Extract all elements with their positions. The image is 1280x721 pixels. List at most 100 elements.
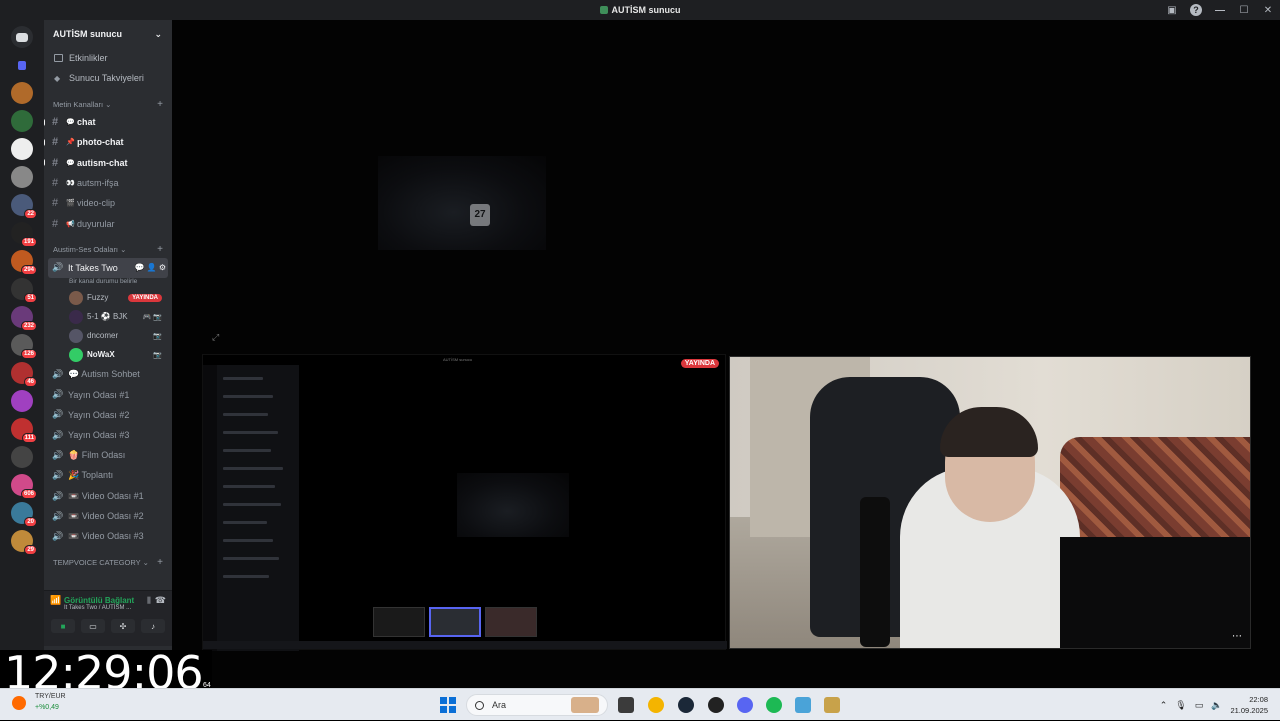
stream-text-line: [223, 557, 279, 560]
voice-channel-it-takes-two[interactable]: 🔊 It Takes Two 💬 👤 ⚙: [48, 257, 168, 279]
channel-autism-chat[interactable]: # 💬 autism-chat: [44, 153, 172, 173]
speaker-icon: 🔊: [52, 389, 64, 400]
voice-member[interactable]: NoWaX 📷: [44, 345, 172, 364]
steam-icon[interactable]: [678, 697, 694, 713]
server-icon[interactable]: 191: [11, 222, 37, 247]
channel-label: video-clip: [77, 198, 116, 209]
chevron-up-icon[interactable]: ⌃: [1160, 700, 1168, 711]
channel-duyurular[interactable]: # 📢 duyurular: [44, 213, 172, 233]
events-item[interactable]: Etkinlikler: [44, 48, 172, 68]
screen-share-button[interactable]: ▭: [81, 619, 105, 633]
server-icon[interactable]: 232: [11, 306, 37, 331]
unread-indicator: [44, 159, 45, 167]
direct-messages-button[interactable]: [11, 54, 33, 76]
taskbar-clock[interactable]: 22:08 21.09.2025: [1230, 694, 1268, 716]
temp-category-header[interactable]: TEMPVOICE CATEGORY ⌄ +: [44, 555, 172, 571]
app-icon[interactable]: [795, 697, 811, 713]
stream-stage[interactable]: 27 ⤢ AUTİSM sunucu YAYINDA ⋯: [172, 20, 1280, 688]
inbox-icon[interactable]: ▣: [1160, 5, 1184, 16]
microphone-icon[interactable]: 🎙: [1175, 700, 1186, 711]
spotify-icon[interactable]: [766, 697, 782, 713]
voice-channel[interactable]: 🔊 📼 Video Odası #2: [44, 506, 172, 526]
participant-tile[interactable]: [485, 607, 537, 637]
server-icon[interactable]: 46: [11, 362, 37, 387]
volume-icon[interactable]: 🔈: [1211, 700, 1222, 711]
boosts-item[interactable]: ◆ Sunucu Takviyeleri: [44, 68, 172, 88]
add-channel-icon[interactable]: +: [157, 557, 163, 568]
channel-autsm-ifsa[interactable]: # 👀 autsm-ifşa: [44, 173, 172, 193]
close-button[interactable]: ✕: [1256, 5, 1280, 16]
maximize-button[interactable]: ☐: [1232, 5, 1256, 16]
currency-widget[interactable]: TRY/EUR +%0,49: [0, 688, 70, 720]
participant-tile[interactable]: [429, 607, 481, 637]
title-bar-controls: ▣ ? — ☐ ✕: [1160, 0, 1280, 20]
app-icon[interactable]: [824, 697, 840, 713]
stream-text-line: [223, 575, 269, 578]
server-icon[interactable]: [11, 390, 33, 412]
chrome-icon[interactable]: [648, 697, 664, 713]
minimize-button[interactable]: —: [1208, 5, 1232, 16]
help-icon[interactable]: ?: [1190, 4, 1202, 16]
unread-badge: 111: [21, 433, 37, 443]
server-icon[interactable]: 20: [11, 502, 37, 527]
unread-badge: 20: [24, 517, 37, 527]
noise-suppression-icon[interactable]: ⫼: [147, 596, 151, 606]
home-button[interactable]: [11, 26, 33, 48]
server-icon[interactable]: 111: [11, 418, 37, 443]
server-icon[interactable]: 51: [11, 278, 37, 303]
voice-channel[interactable]: 🔊 📼 Video Odası #1: [44, 486, 172, 506]
webcam-mic-arm: [860, 497, 890, 647]
channel-video-clip[interactable]: # 🎬 video-clip: [44, 193, 172, 213]
task-view-icon[interactable]: [618, 697, 634, 713]
add-channel-icon[interactable]: +: [157, 244, 163, 255]
pop-out-icon[interactable]: ⤢: [212, 332, 219, 343]
screen-share-stream[interactable]: AUTİSM sunucu YAYINDA: [202, 354, 727, 651]
voice-member[interactable]: dncomer 📷: [44, 326, 172, 345]
server-icon[interactable]: 606: [11, 474, 37, 499]
server-icon[interactable]: [11, 166, 33, 188]
taskbar-search[interactable]: Ara: [466, 694, 608, 716]
stream-text-line: [223, 539, 273, 542]
add-channel-icon[interactable]: +: [157, 99, 163, 110]
voice-channel[interactable]: 🔊 Yayın Odası #2: [44, 405, 172, 425]
chat-settings-icons[interactable]: 💬 👤 ⚙: [134, 263, 168, 272]
server-icon[interactable]: [11, 446, 33, 468]
voice-channel[interactable]: 🔊 Yayın Odası #3: [44, 425, 172, 445]
server-icon[interactable]: 126: [11, 334, 37, 359]
more-options-icon[interactable]: ⋯: [1232, 631, 1242, 642]
voice-status-title[interactable]: Görüntülü Bağlant: [64, 596, 134, 605]
server-icon[interactable]: 22: [11, 194, 37, 219]
server-icon[interactable]: [11, 110, 33, 132]
voice-member[interactable]: 5-1 ⚽ BJK 🎮 📷: [44, 307, 172, 326]
network-icon[interactable]: ▭: [1195, 700, 1204, 711]
soundboard-button[interactable]: ♪: [141, 619, 165, 633]
disconnect-icon[interactable]: ☎: [155, 595, 166, 606]
window-title-text: AUTİSM sunucu: [611, 5, 681, 15]
app-icon[interactable]: [708, 697, 724, 713]
channel-chat[interactable]: # 💬 chat: [44, 112, 172, 132]
text-category-header[interactable]: Metin Kanalları ⌄ +: [44, 96, 172, 112]
channel-photo-chat[interactable]: # 📌 photo-chat: [44, 132, 172, 152]
member-name: 5-1 ⚽ BJK: [87, 312, 128, 322]
voice-category-header[interactable]: Austim-Ses Odaları ⌄ +: [44, 242, 172, 258]
webcam-stream[interactable]: ⋯: [729, 356, 1251, 649]
channel-status-hint[interactable]: Bir kanal durumu belirle: [44, 278, 172, 288]
activities-button[interactable]: ✣: [111, 619, 135, 633]
server-header[interactable]: AUTİSM sunucu ⌄: [44, 20, 172, 48]
voice-channel[interactable]: 🔊 🍿 Film Odası: [44, 445, 172, 465]
voice-channel[interactable]: 🔊 📼 Video Odası #3: [44, 526, 172, 546]
server-icon[interactable]: 29: [11, 530, 37, 555]
avatar: [69, 290, 83, 305]
voice-channel[interactable]: 🔊 🎉 Toplantı: [44, 466, 172, 486]
discord-icon[interactable]: [737, 697, 753, 713]
server-icon[interactable]: [11, 82, 33, 104]
start-button[interactable]: [440, 697, 456, 713]
voice-channel[interactable]: 🔊 Yayın Odası #1: [44, 384, 172, 404]
participant-tile[interactable]: [373, 607, 425, 637]
webcam-monitor: [1060, 537, 1250, 648]
camera-button[interactable]: ■: [51, 619, 75, 633]
voice-channel[interactable]: 🔊 💬 Autism Sohbet: [44, 364, 172, 384]
server-icon[interactable]: 294: [11, 250, 37, 275]
server-icon[interactable]: [11, 138, 33, 160]
voice-member[interactable]: Fuzzy YAYINDA: [44, 288, 172, 307]
